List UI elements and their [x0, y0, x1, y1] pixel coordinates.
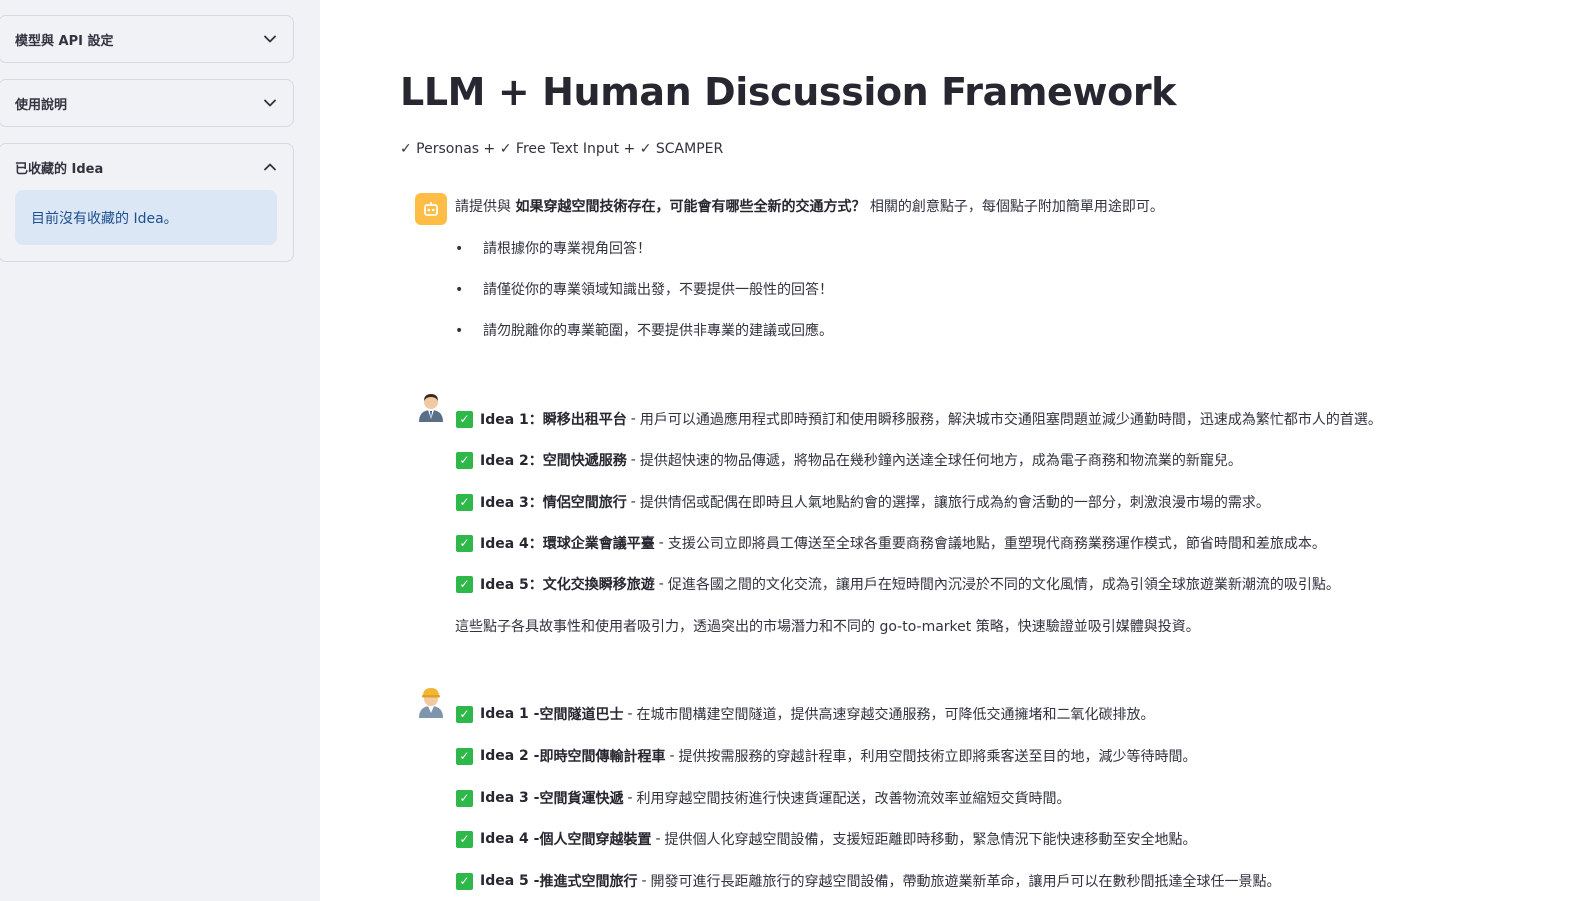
prompt-bullet: • 請根據你的專業視角回答！	[455, 241, 651, 257]
idea-number: Idea 5：	[480, 577, 543, 593]
prompt-message: 請提供與 如果穿越空間技術存在，可能會有哪些全新的交通方式？ 相關的創意點子，每…	[455, 196, 1164, 216]
idea-name: 環球企業會議平臺	[542, 536, 655, 552]
idea-name: 即時空間傳輸計程車	[539, 749, 666, 765]
idea-name: 空間貨運快遞	[539, 791, 624, 807]
idea-item: ✓ Idea 3 - 空間貨運快遞 - 利用穿越空間技術進行快速貨運配送，改善物流效率…	[456, 788, 1071, 808]
idea-number: Idea 5 -	[480, 873, 540, 889]
idea-description: 提供個人化穿越空間設備，支援短距離即時移動，緊急情況下能快速移動至安全地點。	[664, 832, 1197, 848]
help-label: 使用說明	[15, 97, 68, 113]
page-title: LLM + Human Discussion Framework	[400, 70, 1177, 114]
idea-name: 情侶空間旅行	[542, 495, 627, 511]
check-icon: ✓	[456, 451, 473, 469]
idea-description: 提供超快速的物品傳遞，將物品在幾秒鐘內送達全球任何地方，成為電子商務和物流業的新…	[639, 453, 1242, 469]
businessman-icon	[415, 390, 447, 422]
idea-item: ✓ Idea 5 - 推進式空間旅行 - 開發可進行長距離旅行的穿越空間設備，帶動旅遊…	[456, 871, 1281, 891]
idea-item: ✓ Idea 4： 環球企業會議平臺 - 支援公司立即將員工傳送至全球各重要商務會議地點…	[456, 533, 1326, 553]
idea-item: ✓ Idea 1： 瞬移出租平台 - 用戶可以通過應用程式即時預訂和使用瞬移服務，解決城…	[456, 409, 1382, 429]
saved-ideas-label: 已收藏的 Idea	[15, 161, 104, 177]
idea-number: Idea 2：	[480, 453, 543, 469]
idea-name: 空間快遞服務	[542, 453, 627, 469]
help-header[interactable]: 使用說明	[0, 80, 293, 126]
chevron-down-icon[interactable]	[263, 96, 277, 110]
idea-item: ✓ Idea 5： 文化交換瞬移旅遊 - 促進各國之間的文化交流，讓用戶在短時間內沉浸於…	[456, 574, 1340, 594]
idea-description: 促進各國之間的文化交流，讓用戶在短時間內沉浸於不同的文化風情，成為引領全球旅遊業…	[667, 577, 1340, 593]
idea-description: 支援公司立即將員工傳送至全球各重要商務會議地點，重塑現代商務業務運作模式，節省時…	[667, 536, 1326, 552]
check-icon: ✓	[456, 534, 473, 552]
idea-item: ✓ Idea 2： 空間快遞服務 - 提供超快速的物品傳遞，將物品在幾秒鐘內送達全球任何…	[456, 450, 1242, 470]
idea-number: Idea 3 -	[480, 790, 540, 806]
check-icon: ✓	[456, 747, 473, 765]
engineer-icon	[415, 686, 447, 718]
bot-avatar-icon	[415, 193, 447, 225]
idea-description: 用戶可以通過應用程式即時預訂和使用瞬移服務，解決城市交通阻塞問題並減少通勤時間，…	[639, 412, 1382, 428]
check-icon: ✓	[456, 493, 473, 511]
help-expander[interactable]: 使用說明	[0, 79, 294, 127]
check-icon: ✓	[456, 575, 473, 593]
idea-item: ✓ Idea 4 - 個人空間穿越裝置 - 提供個人化穿越空間設備，支援短距離即時移動…	[456, 829, 1197, 849]
check-icon: ✓	[456, 705, 473, 723]
idea-name: 瞬移出租平台	[542, 412, 627, 428]
saved-ideas-header[interactable]: 已收藏的 Idea	[0, 144, 293, 190]
prompt-bullet-text: 請勿脫離你的專業範圍，不要提供非專業的建議或回應。	[483, 323, 833, 339]
sidebar: 模型與 API 設定 使用說明 已收藏的 Idea 目前沒有收藏的 Idea。	[0, 0, 320, 901]
prompt-prefix: 請提供與	[455, 199, 511, 215]
prompt-topic: 如果穿越空間技術存在，可能會有哪些全新的交通方式？	[515, 199, 866, 215]
idea-name: 個人空間穿越裝置	[539, 832, 652, 848]
idea-description: 提供按需服務的穿越計程車，利用空間技術立即將乘客送至目的地，減少等待時間。	[678, 749, 1197, 765]
main-content: LLM + Human Discussion Framework ✓ Perso…	[320, 0, 1579, 901]
idea-item: ✓ Idea 2 - 即時空間傳輸計程車 - 提供按需服務的穿越計程車，利用空間技術立…	[456, 746, 1197, 766]
prompt-bullet: • 請僅從你的專業領域知識出發，不要提供一般性的回答！	[455, 282, 833, 298]
check-icon: ✓	[456, 789, 473, 807]
idea-name: 空間隧道巴士	[539, 707, 624, 723]
idea-number: Idea 2 -	[480, 748, 540, 764]
check-icon: ✓	[456, 872, 473, 890]
idea-number: Idea 4：	[480, 536, 543, 552]
chevron-down-icon[interactable]	[263, 32, 277, 46]
idea-number: Idea 3：	[480, 495, 543, 511]
chevron-up-icon[interactable]	[263, 160, 277, 174]
idea-number: Idea 4 -	[480, 831, 540, 847]
prompt-bullet-text: 請僅從你的專業領域知識出發，不要提供一般性的回答！	[483, 282, 833, 298]
idea-name: 文化交換瞬移旅遊	[542, 577, 655, 593]
saved-ideas-expander[interactable]: 已收藏的 Idea 目前沒有收藏的 Idea。	[0, 143, 294, 262]
persona-summary: 這些點子各具故事性和使用者吸引力，透過突出的市場潛力和不同的 go-to-mar…	[455, 619, 1200, 635]
model-api-settings-header[interactable]: 模型與 API 設定	[0, 16, 293, 62]
idea-description: 開發可進行長距離旅行的穿越空間設備，帶動旅遊業新革命，讓用戶可以在數秒間抵達全球…	[650, 874, 1281, 890]
idea-description: 提供情侶或配偶在即時且人氣地點約會的選擇，讓旅行成為約會活動的一部分，刺激浪漫市…	[639, 495, 1270, 511]
idea-number: Idea 1：	[480, 412, 543, 428]
model-api-settings-label: 模型與 API 設定	[15, 33, 114, 49]
idea-item: ✓ Idea 1 - 空間隧道巴士 - 在城市間構建空間隧道，提供高速穿越交通服務，可…	[456, 704, 1155, 724]
page-subtitle: ✓ Personas + ✓ Free Text Input + ✓ SCAMP…	[400, 141, 724, 157]
idea-number: Idea 1 -	[480, 706, 540, 722]
prompt-bullet: • 請勿脫離你的專業範圍，不要提供非專業的建議或回應。	[455, 323, 833, 339]
idea-description: 在城市間構建空間隧道，提供高速穿越交通服務，可降低交通擁堵和二氧化碳排放。	[636, 707, 1155, 723]
idea-name: 推進式空間旅行	[539, 874, 638, 890]
prompt-bullet-text: 請根據你的專業視角回答！	[483, 241, 651, 257]
prompt-suffix: 相關的創意點子，每個點子附加簡單用途即可。	[869, 199, 1164, 215]
saved-ideas-empty-info: 目前沒有收藏的 Idea。	[15, 190, 277, 245]
idea-description: 利用穿越空間技術進行快速貨運配送，改善物流效率並縮短交貨時間。	[636, 791, 1071, 807]
check-icon: ✓	[456, 410, 473, 428]
check-icon: ✓	[456, 830, 473, 848]
idea-item: ✓ Idea 3： 情侶空間旅行 - 提供情侶或配偶在即時且人氣地點約會的選擇，讓旅行成…	[456, 492, 1270, 512]
model-api-settings-expander[interactable]: 模型與 API 設定	[0, 15, 294, 63]
